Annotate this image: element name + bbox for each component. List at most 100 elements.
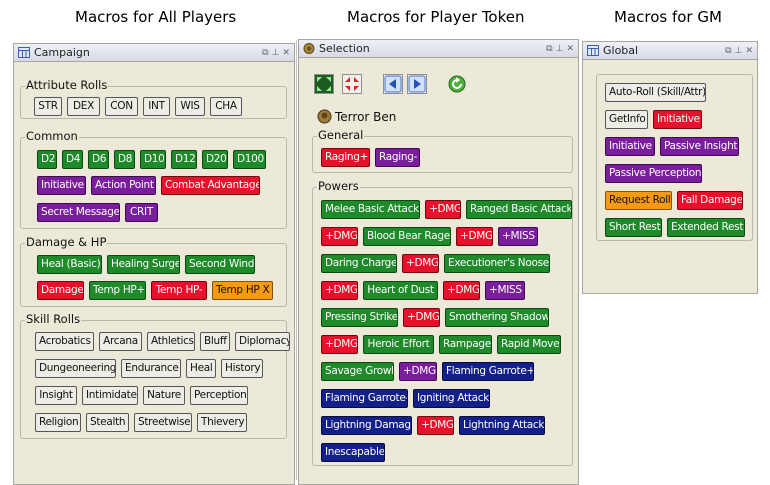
power-blood-bear-rage-button[interactable]: Blood Bear Rage xyxy=(363,227,451,246)
macro-getinfo-button[interactable]: GetInfo xyxy=(605,110,648,129)
skill-thievery-button[interactable]: Thievery xyxy=(197,413,247,432)
collapse-icon[interactable] xyxy=(342,74,362,94)
global-titlebar[interactable]: Global ⧉ ⊥ ✕ xyxy=(583,42,757,60)
macro-con-button[interactable]: CON xyxy=(105,97,138,116)
power-rapid-move-button[interactable]: Rapid Move xyxy=(497,335,561,354)
macro-damage-button[interactable]: Damage xyxy=(37,281,84,300)
macro-heal-basic-button[interactable]: Heal (Basic) xyxy=(37,255,102,274)
macro-action-point-button[interactable]: Action Point xyxy=(91,176,156,195)
macro-initiative-purple-button[interactable]: Initiative xyxy=(605,137,655,156)
macro-temp-hp-minus-button[interactable]: Temp HP- xyxy=(151,281,207,300)
macro-d100-button[interactable]: D100 xyxy=(233,150,266,169)
macro-short-rest-button[interactable]: Short Rest xyxy=(605,218,662,237)
restore-icon[interactable]: ⧉ xyxy=(725,46,731,56)
power-heroic-effort-button[interactable]: Heroic Effort xyxy=(363,335,434,354)
macro-crit-button[interactable]: CRIT xyxy=(125,203,158,222)
refresh-icon[interactable] xyxy=(447,74,467,94)
power-inescapable-button[interactable]: Inescapable xyxy=(321,443,385,462)
macro-extended-rest-button[interactable]: Extended Rest xyxy=(667,218,745,237)
power-dmg-button[interactable]: +DMG xyxy=(402,254,439,273)
skill-stealth-button[interactable]: Stealth xyxy=(86,413,129,432)
power-ranged-basic-attack-button[interactable]: Ranged Basic Attack xyxy=(466,200,572,219)
expand-icon[interactable] xyxy=(314,74,334,94)
power-dmg-button[interactable]: +DMG xyxy=(456,227,493,246)
restore-icon[interactable]: ⧉ xyxy=(546,44,552,54)
skill-diplomacy-button[interactable]: Diplomacy xyxy=(235,332,290,351)
power-dmg-button[interactable]: +DMG xyxy=(321,227,358,246)
macro-passive-perception-button[interactable]: Passive Perception xyxy=(605,164,702,183)
macro-d10-button[interactable]: D10 xyxy=(140,150,166,169)
skill-athletics-button[interactable]: Athletics xyxy=(147,332,195,351)
power-dmg-button[interactable]: +DMG xyxy=(425,200,461,219)
macro-d12-button[interactable]: D12 xyxy=(171,150,197,169)
selection-titlebar[interactable]: Selection ⧉ ⊥ ✕ xyxy=(299,40,578,58)
power-dmg-button[interactable]: +DMG xyxy=(399,362,437,381)
macro-cha-button[interactable]: CHA xyxy=(210,97,242,116)
macro-combat-advantage-button[interactable]: Combat Advantage xyxy=(161,176,260,195)
power-dmg-button[interactable]: +DMG xyxy=(443,281,480,300)
macro-wis-button[interactable]: WIS xyxy=(175,97,205,116)
skill-streetwise-button[interactable]: Streetwise xyxy=(134,413,192,432)
power-melee-basic-attack-button[interactable]: Melee Basic Attack xyxy=(321,200,420,219)
power-executioners-noose-button[interactable]: Executioner's Noose xyxy=(444,254,550,273)
macro-second-wind-button[interactable]: Second Wind xyxy=(185,255,255,274)
campaign-titlebar[interactable]: Campaign ⧉ ⊥ ✕ xyxy=(14,44,294,62)
macro-dex-button[interactable]: DEX xyxy=(67,97,100,116)
power-pressing-strike-button[interactable]: Pressing Strike xyxy=(321,308,398,327)
power-flaming-garrote-plus-button[interactable]: Flaming Garrote+ xyxy=(442,362,534,381)
skill-endurance-button[interactable]: Endurance xyxy=(121,359,181,378)
macro-passive-insight-button[interactable]: Passive Insight xyxy=(660,137,739,156)
macro-raging-minus-button[interactable]: Raging- xyxy=(375,148,420,167)
skill-religion-button[interactable]: Religion xyxy=(35,413,81,432)
previous-arrow-icon[interactable] xyxy=(383,74,403,94)
power-flaming-garrote-minus-button[interactable]: Flaming Garrote- xyxy=(321,389,408,408)
close-icon[interactable]: ✕ xyxy=(745,46,753,56)
macro-initiative-red-button[interactable]: Initiative xyxy=(653,110,702,129)
macro-secret-message-button[interactable]: Secret Message xyxy=(37,203,120,222)
power-heart-of-dust-button[interactable]: Heart of Dust xyxy=(363,281,438,300)
power-dmg-button[interactable]: +DMG xyxy=(321,281,358,300)
macro-d20-button[interactable]: D20 xyxy=(202,150,228,169)
skill-heal-button[interactable]: Heal xyxy=(186,359,216,378)
power-daring-charge-button[interactable]: Daring Charge xyxy=(321,254,397,273)
macro-int-button[interactable]: INT xyxy=(143,97,170,116)
macro-d2-button[interactable]: D2 xyxy=(37,150,57,169)
power-savage-growl-button[interactable]: Savage Growl xyxy=(321,362,394,381)
skill-nature-button[interactable]: Nature xyxy=(143,386,185,405)
macro-fall-damage-button[interactable]: Fall Damage xyxy=(677,191,743,210)
macro-request-roll-button[interactable]: Request Roll xyxy=(605,191,672,210)
power-igniting-attack-button[interactable]: Igniting Attack xyxy=(413,389,490,408)
skill-intimidate-button[interactable]: Intimidate xyxy=(82,386,138,405)
skill-insight-button[interactable]: Insight xyxy=(35,386,77,405)
macro-d8-button[interactable]: D8 xyxy=(114,150,135,169)
close-icon[interactable]: ✕ xyxy=(282,48,290,58)
macro-str-button[interactable]: STR xyxy=(34,97,62,116)
macro-d6-button[interactable]: D6 xyxy=(88,150,109,169)
next-arrow-icon[interactable] xyxy=(407,74,427,94)
macro-temp-hp-plus-button[interactable]: Temp HP+ xyxy=(89,281,146,300)
close-icon[interactable]: ✕ xyxy=(566,44,574,54)
pin-icon[interactable]: ⊥ xyxy=(735,46,743,56)
power-lightning-attack-button[interactable]: Lightning Attack xyxy=(459,416,545,435)
skill-bluff-button[interactable]: Bluff xyxy=(200,332,230,351)
skill-history-button[interactable]: History xyxy=(221,359,263,378)
pin-icon[interactable]: ⊥ xyxy=(272,48,280,58)
restore-icon[interactable]: ⧉ xyxy=(262,48,268,58)
macro-initiative-button[interactable]: Initiative xyxy=(37,176,86,195)
macro-temp-hp-x-button[interactable]: Temp HP X xyxy=(212,281,273,300)
skill-perception-button[interactable]: Perception xyxy=(190,386,248,405)
power-lightning-damage-button[interactable]: Lightning Damage xyxy=(321,416,412,435)
pin-icon[interactable]: ⊥ xyxy=(556,44,564,54)
skill-dungeoneering-button[interactable]: Dungeoneering xyxy=(35,359,116,378)
power-dmg-button[interactable]: +DMG xyxy=(403,308,440,327)
power-dmg-button[interactable]: +DMG xyxy=(321,335,358,354)
power-smothering-shadow-button[interactable]: Smothering Shadow xyxy=(445,308,549,327)
power-miss-button[interactable]: +MISS xyxy=(498,227,538,246)
power-dmg-button[interactable]: +DMG xyxy=(417,416,454,435)
skill-arcana-button[interactable]: Arcana xyxy=(99,332,142,351)
macro-raging-plus-button[interactable]: Raging+ xyxy=(321,148,370,167)
power-rampage-button[interactable]: Rampage xyxy=(439,335,492,354)
macro-d4-button[interactable]: D4 xyxy=(62,150,83,169)
macro-healing-surge-button[interactable]: Healing Surge xyxy=(107,255,180,274)
macro-auto-roll-button[interactable]: Auto-Roll (Skill/Attr) xyxy=(605,83,706,102)
